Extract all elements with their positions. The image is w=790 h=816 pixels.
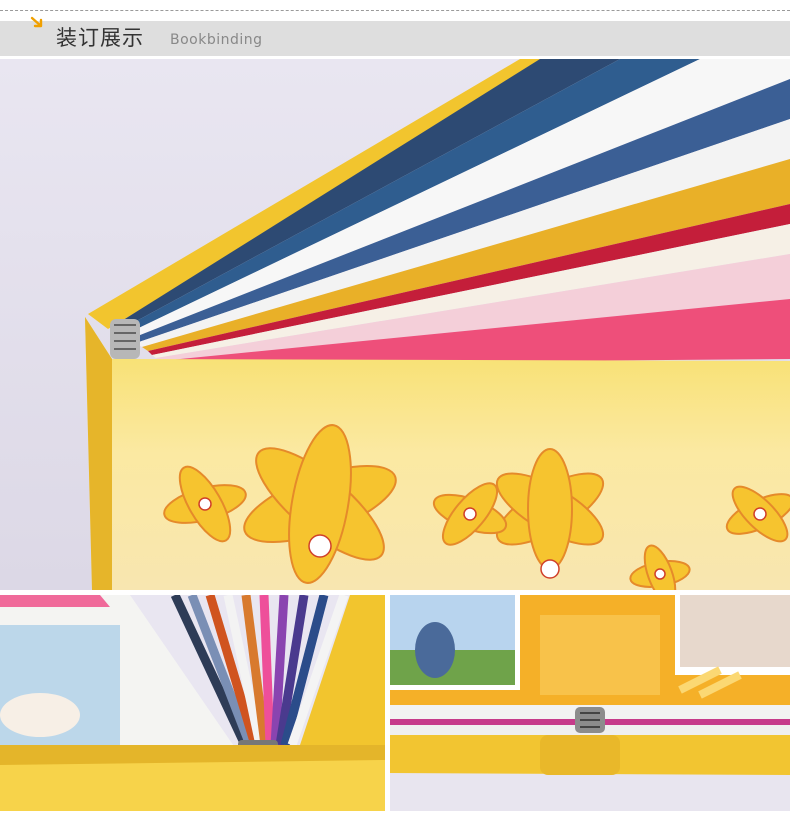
corner-arrow-icon (30, 16, 43, 28)
album-photo-open (390, 595, 790, 811)
album-photo-main (0, 59, 790, 590)
album-photo-pages (0, 595, 385, 811)
section-subtitle: Bookbinding (170, 32, 263, 48)
dashed-divider (0, 10, 790, 11)
section-title: 装订展示 (56, 26, 144, 50)
